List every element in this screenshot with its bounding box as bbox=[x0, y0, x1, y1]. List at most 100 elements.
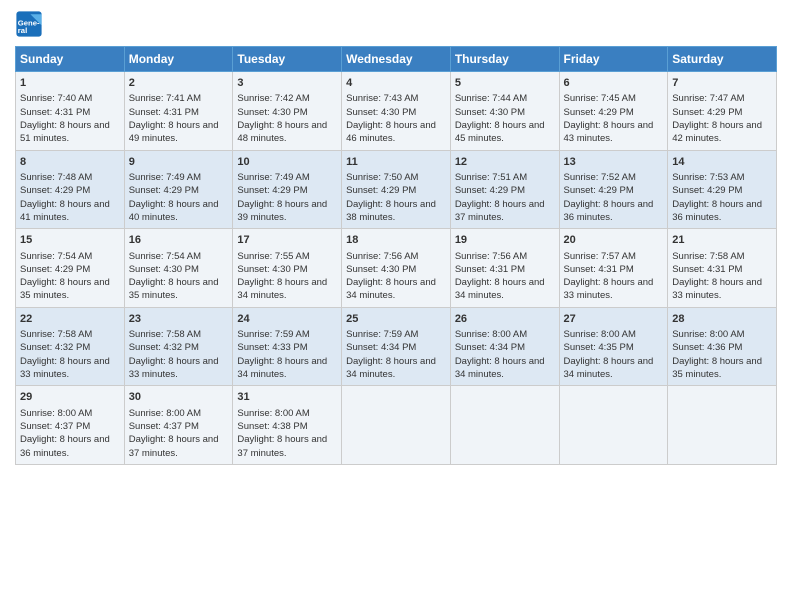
sunrise: Sunrise: 7:51 AM bbox=[455, 172, 527, 183]
week-row-2: 8 Sunrise: 7:48 AM Sunset: 4:29 PM Daylight… bbox=[16, 150, 777, 229]
day-cell: 29Sunrise: 8:00 AMSunset: 4:37 PMDayligh… bbox=[16, 386, 125, 465]
day-number: 20 bbox=[564, 233, 664, 248]
day-number: 30 bbox=[129, 390, 229, 405]
week-row-3: 15Sunrise: 7:54 AMSunset: 4:29 PMDayligh… bbox=[16, 229, 777, 308]
day-number: 19 bbox=[455, 233, 555, 248]
sunrise: Sunrise: 8:00 AM bbox=[20, 408, 92, 419]
day-cell: 21 Sunrise: 7:58 AM Sunset: 4:31 PM Dayligh… bbox=[668, 229, 777, 308]
daylight: Daylight: 8 hours and 34 minutes. bbox=[564, 356, 654, 380]
day-number: 25 bbox=[346, 312, 446, 327]
day-number: 6 bbox=[564, 76, 664, 91]
sunset: Sunset: 4:32 PM bbox=[20, 342, 90, 353]
daylight: Daylight: 8 hours and 37 minutes. bbox=[129, 434, 219, 458]
daylight: Daylight: 8 hours and 34 minutes. bbox=[346, 277, 436, 301]
day-cell: 25Sunrise: 7:59 AMSunset: 4:34 PMDayligh… bbox=[342, 307, 451, 386]
calendar-header-row: SundayMondayTuesdayWednesdayThursdayFrid… bbox=[16, 47, 777, 72]
sunset: Sunset: 4:29 PM bbox=[564, 107, 634, 118]
svg-text:ral: ral bbox=[18, 26, 27, 35]
sunrise: Sunrise: 7:50 AM bbox=[346, 172, 418, 183]
daylight: Daylight: 8 hours and 39 minutes. bbox=[237, 199, 327, 223]
sunset: Sunset: 4:31 PM bbox=[20, 107, 90, 118]
calendar-body: 1Sunrise: 7:40 AMSunset: 4:31 PMDaylight… bbox=[16, 72, 777, 465]
day-number: 21 bbox=[672, 233, 772, 248]
sunrise: Sunrise: 7:48 AM bbox=[20, 172, 92, 183]
day-cell: 17Sunrise: 7:55 AMSunset: 4:30 PMDayligh… bbox=[233, 229, 342, 308]
day-cell: 23Sunrise: 7:58 AMSunset: 4:32 PMDayligh… bbox=[124, 307, 233, 386]
sunrise: Sunrise: 7:47 AM bbox=[672, 93, 744, 104]
sunset: Sunset: 4:29 PM bbox=[20, 264, 90, 275]
daylight: Daylight: 8 hours and 49 minutes. bbox=[129, 120, 219, 144]
day-number: 22 bbox=[20, 312, 120, 327]
day-cell: 18Sunrise: 7:56 AMSunset: 4:30 PMDayligh… bbox=[342, 229, 451, 308]
header-cell-tuesday: Tuesday bbox=[233, 47, 342, 72]
sunrise: Sunrise: 8:00 AM bbox=[455, 329, 527, 340]
day-cell bbox=[559, 386, 668, 465]
daylight: Daylight: 8 hours and 33 minutes. bbox=[672, 277, 762, 301]
sunset: Sunset: 4:30 PM bbox=[129, 264, 199, 275]
day-cell bbox=[668, 386, 777, 465]
week-row-4: 22 Sunrise: 7:58 AM Sunset: 4:32 PM Dayligh… bbox=[16, 307, 777, 386]
day-number: 8 bbox=[20, 155, 120, 170]
sunset: Sunset: 4:29 PM bbox=[346, 185, 416, 196]
sunset: Sunset: 4:37 PM bbox=[20, 421, 90, 432]
daylight: Daylight: 8 hours and 41 minutes. bbox=[20, 199, 110, 223]
sunrise: Sunrise: 7:54 AM bbox=[129, 251, 201, 262]
calendar-table: SundayMondayTuesdayWednesdayThursdayFrid… bbox=[15, 46, 777, 465]
day-number: 23 bbox=[129, 312, 229, 327]
day-cell: 14Sunrise: 7:53 AMSunset: 4:29 PMDayligh… bbox=[668, 150, 777, 229]
day-cell: 26Sunrise: 8:00 AMSunset: 4:34 PMDayligh… bbox=[450, 307, 559, 386]
day-cell: 24Sunrise: 7:59 AMSunset: 4:33 PMDayligh… bbox=[233, 307, 342, 386]
day-number: 14 bbox=[672, 155, 772, 170]
day-cell bbox=[450, 386, 559, 465]
sunrise: Sunrise: 7:58 AM bbox=[129, 329, 201, 340]
daylight: Daylight: 8 hours and 33 minutes. bbox=[20, 356, 110, 380]
daylight: Daylight: 8 hours and 38 minutes. bbox=[346, 199, 436, 223]
sunrise: Sunrise: 7:49 AM bbox=[129, 172, 201, 183]
header-cell-wednesday: Wednesday bbox=[342, 47, 451, 72]
day-number: 4 bbox=[346, 76, 446, 91]
daylight: Daylight: 8 hours and 34 minutes. bbox=[346, 356, 436, 380]
sunrise: Sunrise: 7:59 AM bbox=[237, 329, 309, 340]
sunset: Sunset: 4:35 PM bbox=[564, 342, 634, 353]
day-number: 31 bbox=[237, 390, 337, 405]
sunrise: Sunrise: 7:54 AM bbox=[20, 251, 92, 262]
sunrise: Sunrise: 7:55 AM bbox=[237, 251, 309, 262]
day-cell: 4Sunrise: 7:43 AMSunset: 4:30 PMDaylight… bbox=[342, 72, 451, 151]
header-cell-thursday: Thursday bbox=[450, 47, 559, 72]
daylight: Daylight: 8 hours and 36 minutes. bbox=[564, 199, 654, 223]
header-cell-friday: Friday bbox=[559, 47, 668, 72]
day-cell: 10Sunrise: 7:49 AMSunset: 4:29 PMDayligh… bbox=[233, 150, 342, 229]
sunset: Sunset: 4:31 PM bbox=[455, 264, 525, 275]
sunrise: Sunrise: 7:56 AM bbox=[346, 251, 418, 262]
day-cell: 9Sunrise: 7:49 AMSunset: 4:29 PMDaylight… bbox=[124, 150, 233, 229]
day-cell bbox=[342, 386, 451, 465]
daylight: Daylight: 8 hours and 34 minutes. bbox=[237, 356, 327, 380]
sunset: Sunset: 4:31 PM bbox=[672, 264, 742, 275]
sunset: Sunset: 4:29 PM bbox=[129, 185, 199, 196]
day-cell: 8Sunrise: 7:48 AMSunset: 4:29 PMDaylight… bbox=[16, 150, 125, 229]
day-cell: 28Sunrise: 8:00 AMSunset: 4:36 PMDayligh… bbox=[668, 307, 777, 386]
header-cell-saturday: Saturday bbox=[668, 47, 777, 72]
sunset: Sunset: 4:29 PM bbox=[455, 185, 525, 196]
day-cell: 5Sunrise: 7:44 AMSunset: 4:30 PMDaylight… bbox=[450, 72, 559, 151]
daylight: Daylight: 8 hours and 34 minutes. bbox=[455, 356, 545, 380]
daylight: Daylight: 8 hours and 37 minutes. bbox=[455, 199, 545, 223]
page: Gene- ral SundayMondayTuesdayWednesdayTh… bbox=[0, 0, 792, 612]
daylight: Daylight: 8 hours and 35 minutes. bbox=[20, 277, 110, 301]
sunrise: Sunrise: 7:40 AM bbox=[20, 93, 92, 104]
sunrise: Sunrise: 7:58 AM bbox=[672, 251, 744, 262]
daylight: Daylight: 8 hours and 34 minutes. bbox=[455, 277, 545, 301]
day-number: 28 bbox=[672, 312, 772, 327]
day-number: 9 bbox=[129, 155, 229, 170]
sunrise: Sunrise: 7:57 AM bbox=[564, 251, 636, 262]
sunset: Sunset: 4:29 PM bbox=[564, 185, 634, 196]
day-cell: 1Sunrise: 7:40 AMSunset: 4:31 PMDaylight… bbox=[16, 72, 125, 151]
day-cell: 3Sunrise: 7:42 AMSunset: 4:30 PMDaylight… bbox=[233, 72, 342, 151]
sunrise: Sunrise: 7:58 AM bbox=[20, 329, 92, 340]
sunset: Sunset: 4:32 PM bbox=[129, 342, 199, 353]
daylight: Daylight: 8 hours and 36 minutes. bbox=[20, 434, 110, 458]
sunrise: Sunrise: 8:00 AM bbox=[237, 408, 309, 419]
day-number: 10 bbox=[237, 155, 337, 170]
sunset: Sunset: 4:30 PM bbox=[237, 264, 307, 275]
daylight: Daylight: 8 hours and 51 minutes. bbox=[20, 120, 110, 144]
